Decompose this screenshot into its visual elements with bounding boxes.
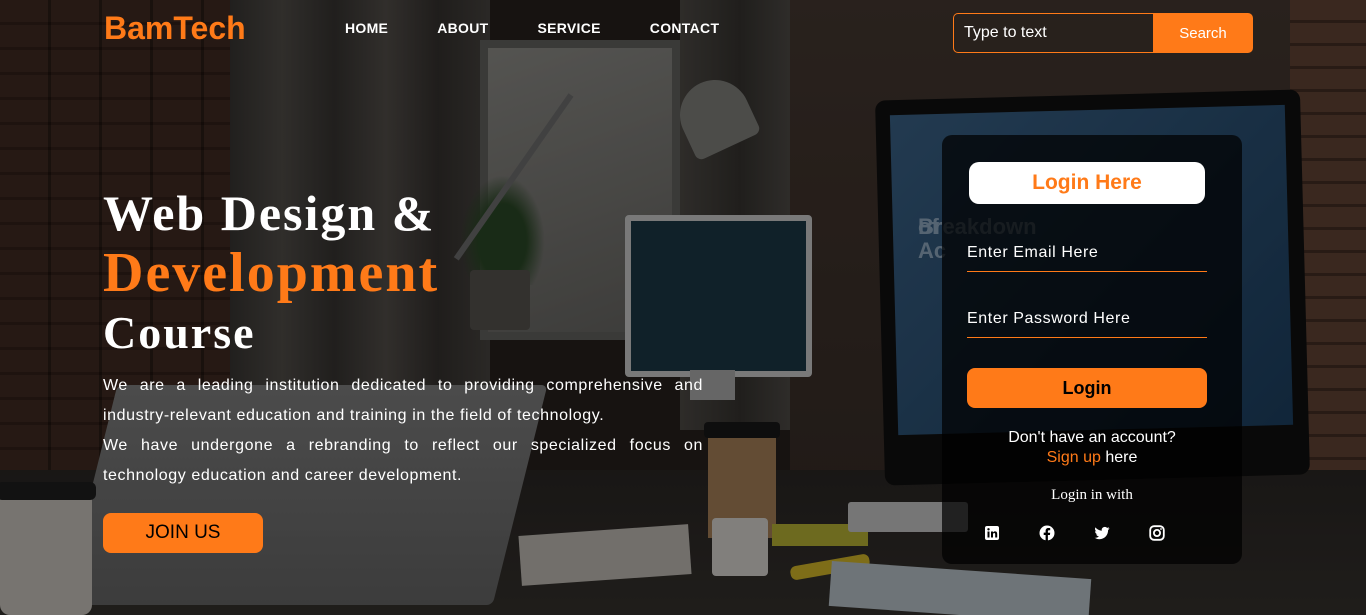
hero-description: We are a leading institution dedicated t… xyxy=(103,371,703,491)
search-bar: Search xyxy=(953,13,1253,53)
password-field[interactable] xyxy=(967,301,1207,338)
search-input[interactable] xyxy=(953,13,1153,53)
email-field[interactable] xyxy=(967,235,1207,272)
social-login-icons xyxy=(984,525,1204,541)
hero-title: Web Design & Development Course xyxy=(103,185,703,361)
login-title: Login Here xyxy=(969,162,1205,204)
hero-section: Web Design & Development Course We are a… xyxy=(103,185,703,491)
nav-home[interactable]: HOME xyxy=(345,20,388,36)
search-button[interactable]: Search xyxy=(1153,13,1253,53)
signup-text: Don't have an account? Sign up here xyxy=(942,428,1242,468)
login-button[interactable]: Login xyxy=(967,368,1207,408)
hero-title-line1: Web Design & xyxy=(103,185,436,241)
linkedin-icon[interactable] xyxy=(984,525,1000,541)
nav-service[interactable]: SERVICE xyxy=(537,20,600,36)
login-with-label: Login in with xyxy=(1051,487,1133,503)
no-account-text: Don't have an account? xyxy=(1008,429,1176,446)
hero-title-line2: Development xyxy=(103,242,440,304)
nav-contact[interactable]: CONTACT xyxy=(650,20,720,36)
signup-suffix: here xyxy=(1100,449,1138,466)
join-us-button[interactable]: JOIN US xyxy=(103,513,263,553)
hero-title-line3: Course xyxy=(103,307,256,358)
logo[interactable]: BamTech xyxy=(104,10,246,47)
hero-paragraph-1: We are a leading institution dedicated t… xyxy=(103,377,703,424)
main-nav: HOME ABOUT SERVICE CONTACT xyxy=(345,20,768,36)
signup-link[interactable]: Sign up xyxy=(1047,449,1101,466)
facebook-icon[interactable] xyxy=(1039,525,1055,541)
nav-about[interactable]: ABOUT xyxy=(437,20,488,36)
hero-paragraph-2: We have undergone a rebranding to reflec… xyxy=(103,437,703,484)
instagram-icon[interactable] xyxy=(1149,525,1165,541)
twitter-icon[interactable] xyxy=(1094,525,1110,541)
login-card: Login Here Login Don't have an account? … xyxy=(942,135,1242,564)
